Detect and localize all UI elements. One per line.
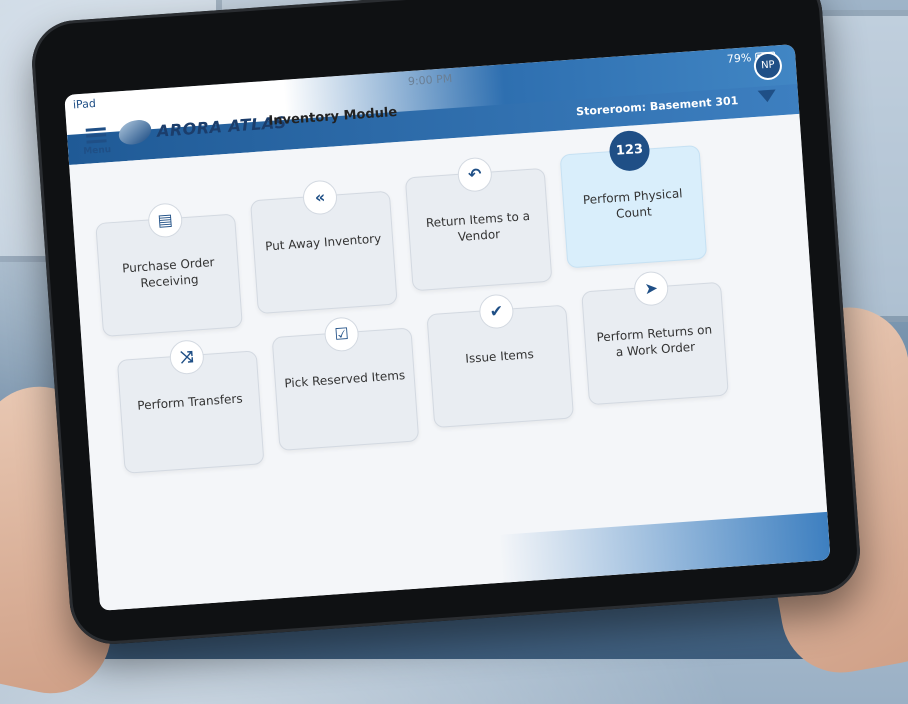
send-icon: ➤ [633,270,670,307]
count-123-icon: 123 [608,129,651,173]
tile-perform-physical-count[interactable]: 123 Perform Physical Count [559,129,708,269]
menu-label: Menu [82,144,112,157]
document-icon: ▤ [147,202,184,239]
battery-percent: 79% [726,51,752,66]
checkmark-icon: ✔ [478,293,515,330]
tile-label: Perform Returns on a Work Order [596,322,713,360]
tile-label: Perform Transfers [136,391,244,413]
tile-label: Issue Items [464,347,535,366]
atlas-logo-icon [116,118,154,146]
tile-label: Perform Physical Count [582,186,683,221]
return-arrow-icon: ↶ [456,156,493,193]
shuffle-icon: ⤨ [168,339,205,376]
tile-return-items-to-vendor[interactable]: ↶ Return Items to a Vendor [404,156,553,292]
menu-button[interactable]: Menu [80,124,112,157]
tile-issue-items[interactable]: ✔ Issue Items [426,293,575,429]
tile-grid: ▤ Purchase Order Receiving « Put Away In… [69,113,831,611]
tile-label: Put Away Inventory [264,231,382,254]
tablet-screen: iPad 9:00 PM 79% Menu ARORA ATLAS Invent… [64,44,831,611]
tile-label: Purchase Order Receiving [121,255,215,291]
clipboard-check-icon: ☑ [323,316,360,353]
tile-pick-reserved-items[interactable]: ☑ Pick Reserved Items [271,316,420,451]
tile-perform-transfers[interactable]: ⤨ Perform Transfers [116,339,265,474]
tile-label: Return Items to a Vendor [425,208,531,244]
double-arrow-back-icon: « [301,179,339,216]
tile-label: Pick Reserved Items [283,368,406,391]
tile-perform-returns-work-order[interactable]: ➤ Perform Returns on a Work Order [581,270,729,406]
hamburger-icon [81,127,112,144]
tile-put-away-inventory[interactable]: « Put Away Inventory [250,179,398,315]
tablet-device: iPad 9:00 PM 79% Menu ARORA ATLAS Invent… [29,0,863,647]
tile-purchase-order-receiving[interactable]: ▤ Purchase Order Receiving [95,202,243,337]
chevron-down-icon[interactable] [757,89,777,103]
